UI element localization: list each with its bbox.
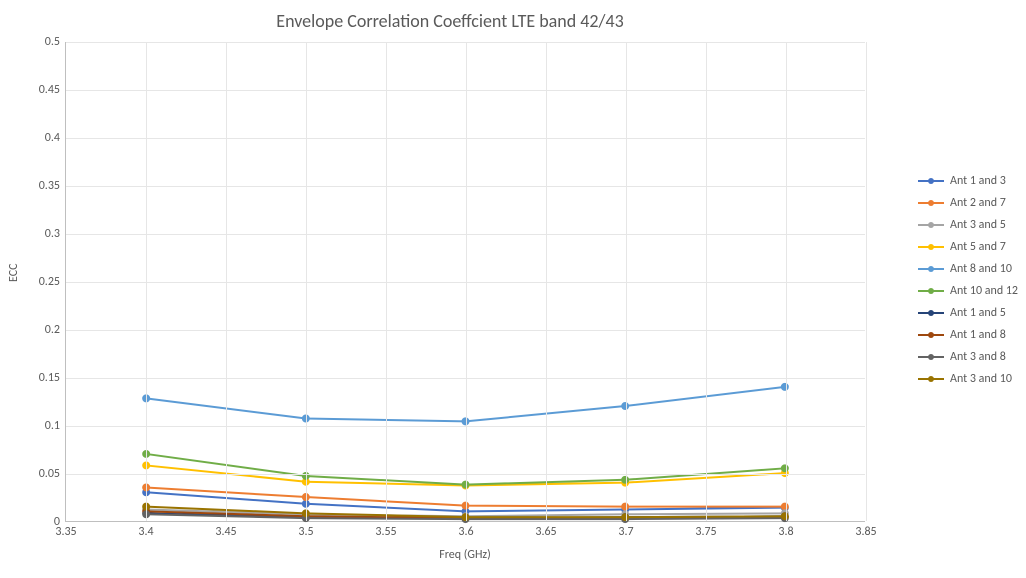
legend-marker-icon xyxy=(928,288,934,294)
legend-marker-icon xyxy=(928,222,934,228)
legend-label: Ant 1 and 3 xyxy=(950,174,1006,188)
y-tick-label: 0.35 xyxy=(39,179,66,193)
legend-item: Ant 2 and 7 xyxy=(918,192,1018,214)
x-tick-label: 3.5 xyxy=(298,521,313,539)
legend-swatch xyxy=(918,284,944,298)
legend-item: Ant 3 and 8 xyxy=(918,346,1018,368)
y-tick-label: 0.1 xyxy=(45,419,66,433)
x-tick-label: 3.85 xyxy=(855,521,876,539)
legend-marker-icon xyxy=(928,310,934,316)
legend-marker-icon xyxy=(928,354,934,360)
legend-item: Ant 1 and 8 xyxy=(918,324,1018,346)
y-axis-label: ECC xyxy=(7,263,21,282)
y-tick-label: 0.45 xyxy=(39,83,66,97)
legend-label: Ant 5 and 7 xyxy=(950,240,1006,254)
y-tick-label: 0.4 xyxy=(45,131,66,145)
y-tick-label: 0.5 xyxy=(45,35,66,49)
legend-swatch xyxy=(918,240,944,254)
chart-container: Envelope Correlation Coeffcient LTE band… xyxy=(0,0,1026,578)
legend-label: Ant 2 and 7 xyxy=(950,196,1006,210)
series-marker xyxy=(781,383,788,390)
y-tick-label: 0.2 xyxy=(45,323,66,337)
legend-label: Ant 3 and 10 xyxy=(950,372,1012,386)
legend-marker-icon xyxy=(928,332,934,338)
legend-swatch xyxy=(918,174,944,188)
y-tick-label: 0.3 xyxy=(45,227,66,241)
gridline-v xyxy=(626,42,627,521)
plot-area: 00.050.10.150.20.250.30.350.40.450.53.35… xyxy=(65,42,865,522)
legend-item: Ant 5 and 7 xyxy=(918,236,1018,258)
y-tick-label: 0.25 xyxy=(39,275,66,289)
legend-label: Ant 1 and 5 xyxy=(950,306,1006,320)
x-tick-label: 3.45 xyxy=(215,521,236,539)
gridline-v xyxy=(386,42,387,521)
legend-swatch xyxy=(918,350,944,364)
legend-marker-icon xyxy=(928,244,934,250)
legend-item: Ant 1 and 5 xyxy=(918,302,1018,324)
legend-swatch xyxy=(918,372,944,386)
legend-item: Ant 3 and 5 xyxy=(918,214,1018,236)
legend-marker-icon xyxy=(928,200,934,206)
x-tick-label: 3.8 xyxy=(778,521,793,539)
legend-swatch xyxy=(918,218,944,232)
x-tick-label: 3.4 xyxy=(138,521,153,539)
x-tick-label: 3.35 xyxy=(55,521,76,539)
x-tick-label: 3.6 xyxy=(458,521,473,539)
x-tick-label: 3.55 xyxy=(375,521,396,539)
legend-swatch xyxy=(918,306,944,320)
legend-label: Ant 3 and 5 xyxy=(950,218,1006,232)
legend-label: Ant 3 and 8 xyxy=(950,350,1006,364)
gridline-v xyxy=(706,42,707,521)
legend-item: Ant 8 and 10 xyxy=(918,258,1018,280)
gridline-v xyxy=(146,42,147,521)
legend-label: Ant 10 and 12 xyxy=(950,284,1018,298)
x-tick-label: 3.75 xyxy=(695,521,716,539)
gridline-v xyxy=(226,42,227,521)
series-marker xyxy=(781,503,788,510)
x-axis-label: Freq (GHz) xyxy=(65,548,865,562)
x-tick-label: 3.65 xyxy=(535,521,556,539)
legend-marker-icon xyxy=(928,266,934,272)
gridline-v xyxy=(466,42,467,521)
legend-label: Ant 8 and 10 xyxy=(950,262,1012,276)
legend-item: Ant 1 and 3 xyxy=(918,170,1018,192)
legend-item: Ant 3 and 10 xyxy=(918,368,1018,390)
gridline-v xyxy=(306,42,307,521)
legend-item: Ant 10 and 12 xyxy=(918,280,1018,302)
x-tick-label: 3.7 xyxy=(618,521,633,539)
gridline-v xyxy=(546,42,547,521)
legend: Ant 1 and 3 Ant 2 and 7 Ant 3 and 5 Ant 5 a… xyxy=(918,170,1018,390)
legend-label: Ant 1 and 8 xyxy=(950,328,1006,342)
chart-title: Envelope Correlation Coeffcient LTE band… xyxy=(0,10,900,32)
gridline-v xyxy=(866,42,867,521)
legend-swatch xyxy=(918,328,944,342)
series-marker xyxy=(781,465,788,472)
gridline-v xyxy=(786,42,787,521)
legend-marker-icon xyxy=(928,376,934,382)
legend-marker-icon xyxy=(928,178,934,184)
series-marker xyxy=(781,513,788,520)
y-tick-label: 0.15 xyxy=(39,371,66,385)
legend-swatch xyxy=(918,196,944,210)
y-tick-label: 0.05 xyxy=(39,467,66,481)
legend-swatch xyxy=(918,262,944,276)
